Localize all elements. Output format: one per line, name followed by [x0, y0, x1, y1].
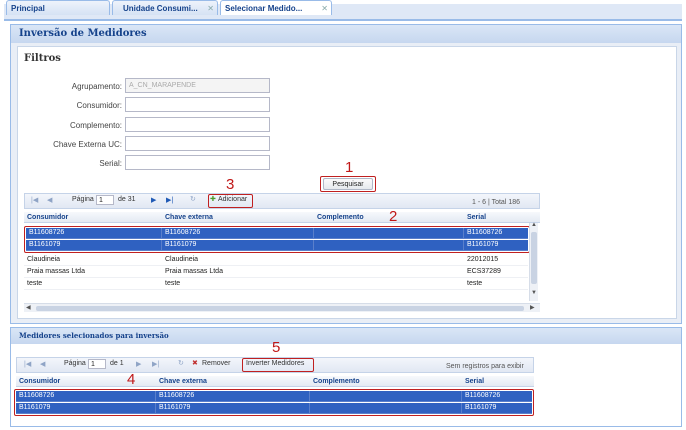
column-header-chave-externa[interactable]: Chave externa: [156, 376, 310, 386]
page-number-input[interactable]: 1: [96, 195, 114, 205]
scroll-left-icon[interactable]: ◀: [26, 304, 31, 311]
cell-serial: teste: [467, 280, 483, 287]
table-row[interactable]: Claudineia Claudineia 22012015: [24, 255, 528, 266]
page-summary: Sem registros para exibir: [446, 363, 524, 370]
cell-consumidor: Claudineia: [27, 256, 61, 263]
complemento-field[interactable]: [125, 117, 270, 132]
add-icon: ✚: [210, 196, 216, 203]
chave-externa-uc-label: Chave Externa UC:: [53, 140, 122, 149]
agrupamento-field[interactable]: A_CN_MARAPENDE: [125, 78, 270, 93]
close-icon[interactable]: ✕: [321, 1, 328, 16]
filters-title: Filtros: [24, 53, 61, 64]
column-header-consumidor[interactable]: Consumidor: [24, 212, 162, 222]
page-label: Página: [72, 196, 94, 203]
scroll-right-icon[interactable]: ▶: [530, 304, 535, 311]
scrollbar-thumb[interactable]: [36, 306, 524, 311]
refresh-icon[interactable]: ↻: [190, 195, 196, 203]
scroll-up-icon[interactable]: ▲: [531, 222, 537, 228]
prev-page-icon[interactable]: ◀: [40, 360, 45, 368]
tab-unidade-consumidora[interactable]: Unidade Consumi... ✕: [112, 0, 218, 15]
cell-complemento: [314, 279, 464, 289]
invert-meters-button[interactable]: Inverter Medidores: [246, 360, 304, 367]
agrupamento-label: Agrupamento:: [71, 82, 122, 91]
scrollbar-thumb[interactable]: [531, 232, 537, 284]
page-summary: 1 - 6 | Total 186: [472, 199, 520, 206]
cell-complemento: [314, 255, 464, 265]
serial-field[interactable]: [125, 155, 270, 170]
cell-consumidor: Praia massas Ltda: [27, 268, 85, 275]
page-count: de 1: [110, 360, 124, 367]
tab-principal[interactable]: Principal: [6, 0, 110, 15]
table-row[interactable]: Praia massas Ltda Praia massas Ltda ECS3…: [24, 267, 528, 278]
remove-button[interactable]: Remover: [202, 360, 230, 367]
tab-label: Principal: [11, 4, 45, 13]
callout-2: 2: [389, 208, 398, 225]
add-button[interactable]: Adicionar: [218, 196, 247, 203]
last-page-icon[interactable]: ▶|: [166, 196, 173, 204]
last-page-icon[interactable]: ▶|: [152, 360, 159, 368]
column-header-complemento[interactable]: Complemento: [310, 376, 462, 386]
callout-1: 1: [345, 159, 354, 176]
tab-label: Selecionar Medido...: [225, 4, 303, 13]
remove-icon: ✖: [192, 360, 198, 367]
cell-serial: 22012015: [467, 256, 499, 263]
vertical-scrollbar[interactable]: ▲ ▼: [529, 222, 538, 301]
next-page-icon[interactable]: ▶: [136, 360, 141, 368]
next-page-icon[interactable]: ▶: [151, 196, 156, 204]
page-number-input[interactable]: 1: [88, 359, 106, 369]
consumidor-field[interactable]: [125, 97, 270, 112]
consumidor-label: Consumidor:: [76, 101, 122, 110]
highlight-box: [24, 226, 530, 253]
refresh-icon[interactable]: ↻: [178, 359, 184, 367]
column-header-serial[interactable]: Serial: [464, 212, 540, 222]
page-count: de 31: [118, 196, 136, 203]
tab-selecionar-medidores[interactable]: Selecionar Medido... ✕: [220, 0, 332, 15]
callout-5: 5: [272, 339, 281, 356]
horizontal-scrollbar[interactable]: ◀ ▶: [24, 303, 540, 312]
close-icon[interactable]: ✕: [207, 1, 214, 16]
first-page-icon[interactable]: |◀: [31, 196, 38, 204]
complemento-label: Complemento:: [69, 121, 122, 130]
first-page-icon[interactable]: |◀: [24, 360, 31, 368]
page-label: Página: [64, 360, 86, 367]
callout-3: 3: [226, 176, 235, 193]
cell-complemento: [314, 267, 464, 277]
cell-serial: ECS37289: [467, 268, 501, 275]
cell-chave-externa: Claudineia: [165, 256, 199, 263]
serial-label: Serial:: [99, 159, 122, 168]
column-header-serial[interactable]: Serial: [462, 376, 534, 386]
cell-consumidor: teste: [27, 280, 43, 287]
page-title: Inversão de Medidores: [11, 25, 681, 43]
prev-page-icon[interactable]: ◀: [47, 196, 52, 204]
cell-chave-externa: teste: [165, 280, 181, 287]
scroll-down-icon[interactable]: ▼: [531, 290, 537, 296]
cell-chave-externa: Praia massas Ltda: [165, 268, 223, 275]
tab-label: Unidade Consumi...: [123, 4, 198, 13]
callout-4: 4: [127, 371, 136, 388]
highlight-box: [14, 389, 534, 416]
bottom-grid-header: Consumidor Chave externa Complemento Ser…: [16, 376, 534, 387]
selected-meters-title: Medidores selecionados para inversão: [11, 328, 681, 344]
table-row[interactable]: teste teste teste: [24, 279, 528, 290]
chave-externa-uc-field[interactable]: [125, 136, 270, 151]
top-grid-header: Consumidor Chave externa Complemento Ser…: [24, 212, 540, 223]
column-header-chave-externa[interactable]: Chave externa: [162, 212, 314, 222]
search-button[interactable]: Pesquisar: [323, 178, 373, 190]
